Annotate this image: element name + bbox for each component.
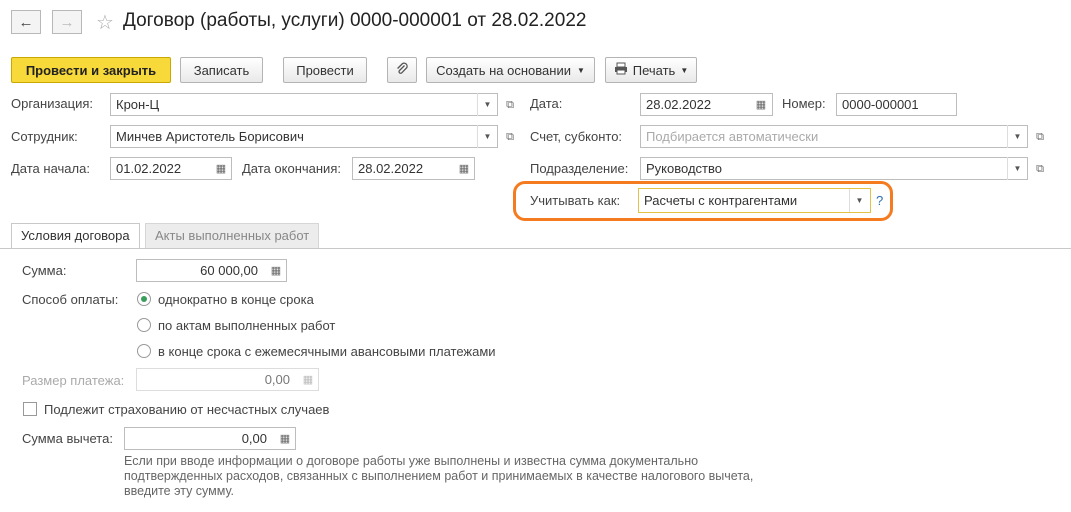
radio-by-acts-label: по актам выполненных работ	[158, 318, 336, 333]
calendar-icon[interactable]: ▦	[453, 157, 475, 180]
employee-label: Сотрудник:	[11, 129, 78, 144]
arrow-left-icon: ←	[18, 13, 34, 31]
chevron-down-icon: ▼	[576, 65, 585, 75]
attach-button[interactable]	[387, 57, 417, 83]
create-based-on-button[interactable]: Создать на основании ▼	[426, 57, 595, 83]
radio-once-end-label: однократно в конце срока	[158, 292, 314, 307]
organization-open-icon[interactable]: ⧉	[501, 96, 519, 114]
organization-label: Организация:	[11, 96, 94, 111]
department-dropdown[interactable]: ▼	[1007, 157, 1027, 180]
account-dropdown[interactable]: ▼	[1007, 125, 1027, 148]
save-button[interactable]: Записать	[180, 57, 263, 83]
radio-monthly-advance-label: в конце срока с ежемесячными авансовыми …	[158, 344, 496, 359]
employee-dropdown[interactable]: ▼	[477, 125, 497, 148]
insurance-label: Подлежит страхованию от несчастных случа…	[44, 402, 330, 417]
insurance-checkbox[interactable]	[23, 402, 37, 416]
department-field[interactable]: Руководство	[640, 157, 1028, 180]
paperclip-icon	[395, 62, 409, 79]
calendar-icon[interactable]: ▦	[750, 93, 772, 116]
employee-open-icon[interactable]: ⧉	[501, 128, 519, 146]
department-label: Подразделение:	[530, 161, 629, 176]
calculator-icon[interactable]: ▦	[265, 259, 287, 282]
payment-size-field: 0,00	[136, 368, 319, 391]
chevron-down-icon: ▼	[483, 100, 492, 109]
calendar-icon[interactable]: ▦	[210, 157, 232, 180]
post-button[interactable]: Провести	[283, 57, 367, 83]
chevron-down-icon: ▼	[483, 132, 492, 141]
account-label: Счет, субконто:	[530, 129, 623, 144]
deduction-label: Сумма вычета:	[22, 431, 113, 446]
payment-size-label: Размер платежа:	[22, 373, 125, 388]
number-label: Номер:	[782, 96, 826, 111]
tab-contract-terms[interactable]: Условия договора	[11, 223, 140, 248]
deduction-field[interactable]: 0,00	[124, 427, 296, 450]
chevron-down-icon: ▼	[1013, 132, 1022, 141]
account-as-dropdown[interactable]: ▼	[849, 189, 869, 212]
post-and-close-button[interactable]: Провести и закрыть	[11, 57, 171, 83]
date-label: Дата:	[530, 96, 563, 111]
employee-field[interactable]: Минчев Аристотель Борисович	[110, 125, 498, 148]
chevron-down-icon: ▼	[855, 196, 864, 205]
star-icon[interactable]: ☆	[96, 10, 114, 35]
account-open-icon[interactable]: ⧉	[1031, 128, 1049, 146]
calculator-icon[interactable]: ▦	[274, 427, 296, 450]
back-button[interactable]: ←	[11, 10, 41, 34]
payment-method-label: Способ оплаты:	[22, 292, 119, 307]
end-date-label: Дата окончания:	[242, 161, 341, 176]
print-button[interactable]: Печать ▼	[605, 57, 697, 83]
calculator-icon: ▦	[302, 374, 314, 386]
organization-field[interactable]: Крон-Ц	[110, 93, 498, 116]
page-title: Договор (работы, услуги) 0000-000001 от …	[123, 10, 587, 31]
forward-button[interactable]: →	[52, 10, 82, 34]
start-date-label: Дата начала:	[11, 161, 90, 176]
arrow-right-icon: →	[59, 13, 75, 31]
print-label: Печать	[632, 62, 676, 78]
radio-monthly-advance[interactable]	[137, 344, 151, 358]
sum-label: Сумма:	[22, 263, 67, 278]
organization-dropdown[interactable]: ▼	[477, 93, 497, 116]
account-field[interactable]: Подбирается автоматически	[640, 125, 1028, 148]
deduction-hint: Если при вводе информации о договоре раб…	[124, 454, 754, 498]
create-based-on-label: Создать на основании	[436, 62, 571, 78]
radio-by-acts[interactable]	[137, 318, 151, 332]
tab-work-acts[interactable]: Акты выполненных работ	[145, 223, 320, 248]
radio-once-end[interactable]	[137, 292, 151, 306]
tab-divider	[0, 248, 1071, 249]
help-icon[interactable]: ?	[876, 193, 883, 208]
account-as-label: Учитывать как:	[530, 193, 621, 208]
printer-icon	[614, 62, 628, 78]
chevron-down-icon: ▼	[1013, 164, 1022, 173]
number-field[interactable]: 0000-000001	[836, 93, 957, 116]
account-as-field[interactable]: Расчеты с контрагентами	[638, 188, 871, 213]
chevron-down-icon: ▼	[680, 65, 689, 75]
department-open-icon[interactable]: ⧉	[1031, 160, 1049, 178]
